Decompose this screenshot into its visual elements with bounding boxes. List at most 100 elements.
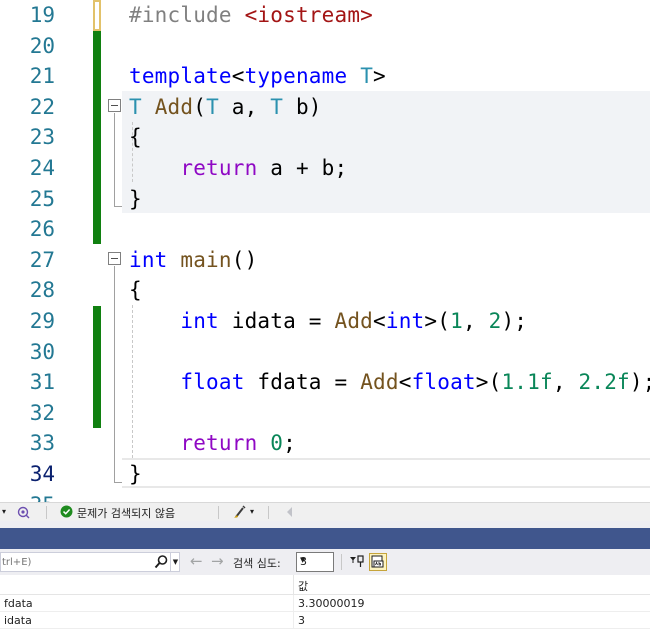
watch-row[interactable]: idata 3 [0,612,650,629]
watch-panel-titlebar[interactable] [0,528,650,549]
watch-row-value[interactable]: 3.30000019 [298,597,364,610]
keyword-token: typename [244,64,348,89]
chevron-down-icon: ▼ [300,556,306,564]
operator-token: >( [475,370,502,395]
include-path-token: <iostream> [244,3,374,27]
indent-token [129,156,180,180]
watch-row-name[interactable]: idata [4,614,32,627]
search-depth-label: 검색 심도: [233,557,281,570]
column-divider [293,612,294,629]
scroll-left-icon[interactable] [286,506,294,518]
indent-token [129,309,180,333]
terminator-token: ); [501,309,528,333]
line-number: 29 [29,309,55,333]
code-line[interactable]: 34 } [0,459,650,490]
git-status-icon[interactable] [16,504,32,520]
line-number: 22 [29,94,55,119]
code-text: } [129,462,142,486]
search-icon[interactable] [153,554,169,570]
code-editor[interactable]: 19 #include <iostream> 20 21 template<ty… [0,0,650,502]
type-param-token: T [270,94,284,119]
code-line[interactable]: 24 return a + b; [0,153,650,184]
search-options-dropdown[interactable]: ▼ [170,553,180,571]
code-line[interactable]: 26 [0,214,650,245]
panel-splitter[interactable] [0,521,650,528]
keyword-token: int [180,309,219,333]
code-text: int main() [129,245,257,276]
operator-token: < [398,370,412,395]
toolbar-separator [341,554,342,570]
code-line[interactable]: 35 [0,490,650,502]
hex-display-toggle-icon[interactable] [369,553,387,571]
code-line[interactable]: 27 int main() [0,245,650,276]
code-text: return 0; [129,428,296,459]
watch-row-name[interactable]: fdata [4,597,33,610]
line-number: 27 [29,247,55,272]
operator-token: > [373,64,386,89]
code-line[interactable]: 28 { [0,275,650,306]
operator-token: < [373,309,386,333]
type-param-token: T [129,94,142,119]
status-separator [46,506,47,519]
line-number: 32 [29,400,55,425]
function-token: main [180,247,232,272]
keyword-token: int [129,247,168,272]
preprocessor-token: #include [129,3,245,27]
keyword-token: float [180,370,245,395]
status-separator [218,506,219,519]
zoom-dropdown-arrow[interactable]: ▾ [2,504,6,520]
indent-token [129,431,180,455]
code-line[interactable]: 31 float fdata = Add<float>(1.1f, 2.2f); [0,367,650,398]
search-next-icon[interactable]: → [211,553,224,569]
watch-row[interactable]: fdata 3.30000019 [0,595,650,612]
brush-icon[interactable] [232,504,248,520]
watch-row-value[interactable]: 3 [298,614,305,627]
watch-grid-header: 값 [0,575,650,595]
type-param-token: T [206,94,219,119]
terminator-token: ; [283,431,296,456]
search-previous-icon[interactable]: ← [190,553,203,569]
issues-status-text[interactable]: 문제가 검색되지 않음 [77,505,175,521]
code-line[interactable]: 22 T Add(T a, T b) [0,92,650,123]
code-line[interactable]: 20 [0,31,650,62]
code-line[interactable]: 29 int idata = Add<int>(1, 2); [0,306,650,337]
filter-pin-icon[interactable] [348,553,366,571]
function-token: Add [360,370,399,395]
line-number: 26 [29,217,55,242]
code-line[interactable]: 30 [0,337,650,368]
code-text: T Add(T a, T b) [129,92,322,123]
watch-search-box[interactable]: ▼ [0,552,180,572]
code-line[interactable]: 23 { [0,122,650,153]
code-line[interactable]: 21 template<typename T> [0,61,650,92]
watch-search-input[interactable] [1,553,149,571]
param-token: b) [283,94,322,119]
column-resize-handle[interactable] [293,575,294,595]
control-keyword-token: return [180,431,258,456]
line-number: 25 [29,186,55,211]
variable-token: fdata = [244,370,361,395]
expression-token: a + b; [257,156,348,180]
code-line[interactable]: 32 [0,398,650,429]
line-number: 34 [29,462,55,486]
number-token: 2 [488,309,502,333]
value-column-header[interactable]: 값 [298,578,308,594]
code-text: #include <iostream> [129,0,373,31]
code-line[interactable]: 33 return 0; [0,428,650,459]
code-line[interactable]: 25 } [0,184,650,215]
number-token: 0 [270,431,284,456]
line-number: 28 [29,278,55,303]
operator-token: < [231,64,245,89]
editor-status-bar: ▾ 문제가 검색되지 않음 ▾ [0,502,650,521]
control-keyword-token: return [180,156,258,180]
code-line[interactable]: 19 #include <iostream> [0,0,650,31]
cleanup-dropdown-arrow[interactable]: ▾ [250,504,254,520]
param-token: a, [218,94,271,119]
line-number: 30 [29,339,55,364]
search-depth-select[interactable]: 3 ▼ [296,552,334,572]
line-number: 33 [29,431,55,456]
paren-token: () [231,247,258,272]
